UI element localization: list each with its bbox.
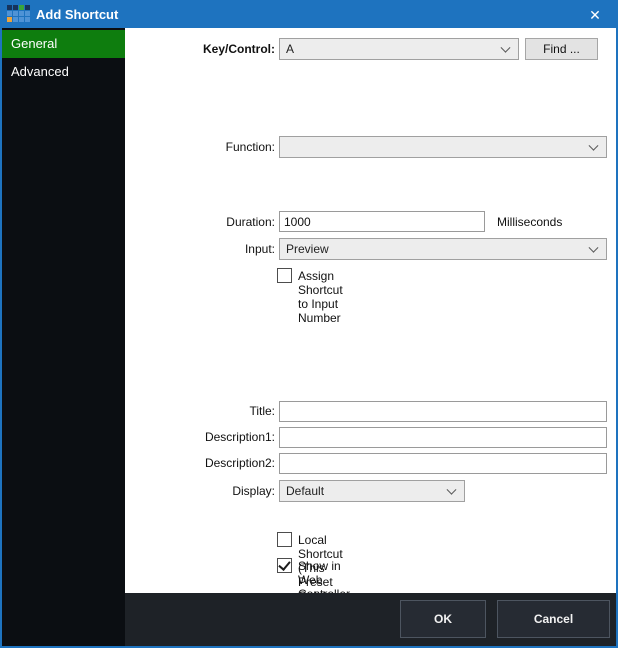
title-input[interactable] <box>279 401 607 422</box>
chevron-down-icon <box>589 243 599 253</box>
function-dropdown[interactable] <box>279 136 607 158</box>
duration-input[interactable] <box>279 211 485 232</box>
key-control-label: Key/Control: <box>125 42 275 56</box>
display-dropdown[interactable]: Default <box>279 480 465 502</box>
milliseconds-label: Milliseconds <box>497 215 562 229</box>
cancel-button[interactable]: Cancel <box>497 600 610 638</box>
description2-label: Description2: <box>125 456 275 470</box>
description1-input[interactable] <box>279 427 607 448</box>
display-label: Display: <box>125 484 275 498</box>
title-label: Title: <box>125 404 275 418</box>
web-controller-checkbox[interactable] <box>277 558 292 573</box>
general-panel: Key/Control: A Find ... Function: Durati… <box>125 28 616 593</box>
window-title: Add Shortcut <box>36 2 118 28</box>
sidebar: General Advanced <box>2 28 125 646</box>
app-logo-icon <box>7 5 30 22</box>
ok-button[interactable]: OK <box>400 600 486 638</box>
local-shortcut-checkbox[interactable] <box>277 532 292 547</box>
chevron-down-icon <box>447 485 457 495</box>
description2-input[interactable] <box>279 453 607 474</box>
key-control-value: A <box>286 42 294 56</box>
assign-shortcut-checkbox[interactable] <box>277 268 292 283</box>
close-icon[interactable]: ✕ <box>580 2 610 28</box>
chevron-down-icon <box>589 141 599 151</box>
title-bar: Add Shortcut ✕ <box>2 2 616 28</box>
input-value: Preview <box>286 242 329 256</box>
add-shortcut-dialog: Add Shortcut ✕ General Advanced Key/Cont… <box>0 0 618 648</box>
chevron-down-icon <box>501 43 511 53</box>
key-control-dropdown[interactable]: A <box>279 38 519 60</box>
sidebar-item-general[interactable]: General <box>2 30 125 58</box>
input-dropdown[interactable]: Preview <box>279 238 607 260</box>
description1-label: Description1: <box>125 430 275 444</box>
input-label: Input: <box>125 242 275 256</box>
function-label: Function: <box>125 140 275 154</box>
sidebar-item-advanced[interactable]: Advanced <box>2 58 125 86</box>
find-button[interactable]: Find ... <box>525 38 598 60</box>
duration-label: Duration: <box>125 215 275 229</box>
display-value: Default <box>286 484 324 498</box>
assign-shortcut-checkbox-label: Assign Shortcut to Input Number <box>298 269 343 325</box>
footer-bar: OK Cancel <box>125 593 616 646</box>
